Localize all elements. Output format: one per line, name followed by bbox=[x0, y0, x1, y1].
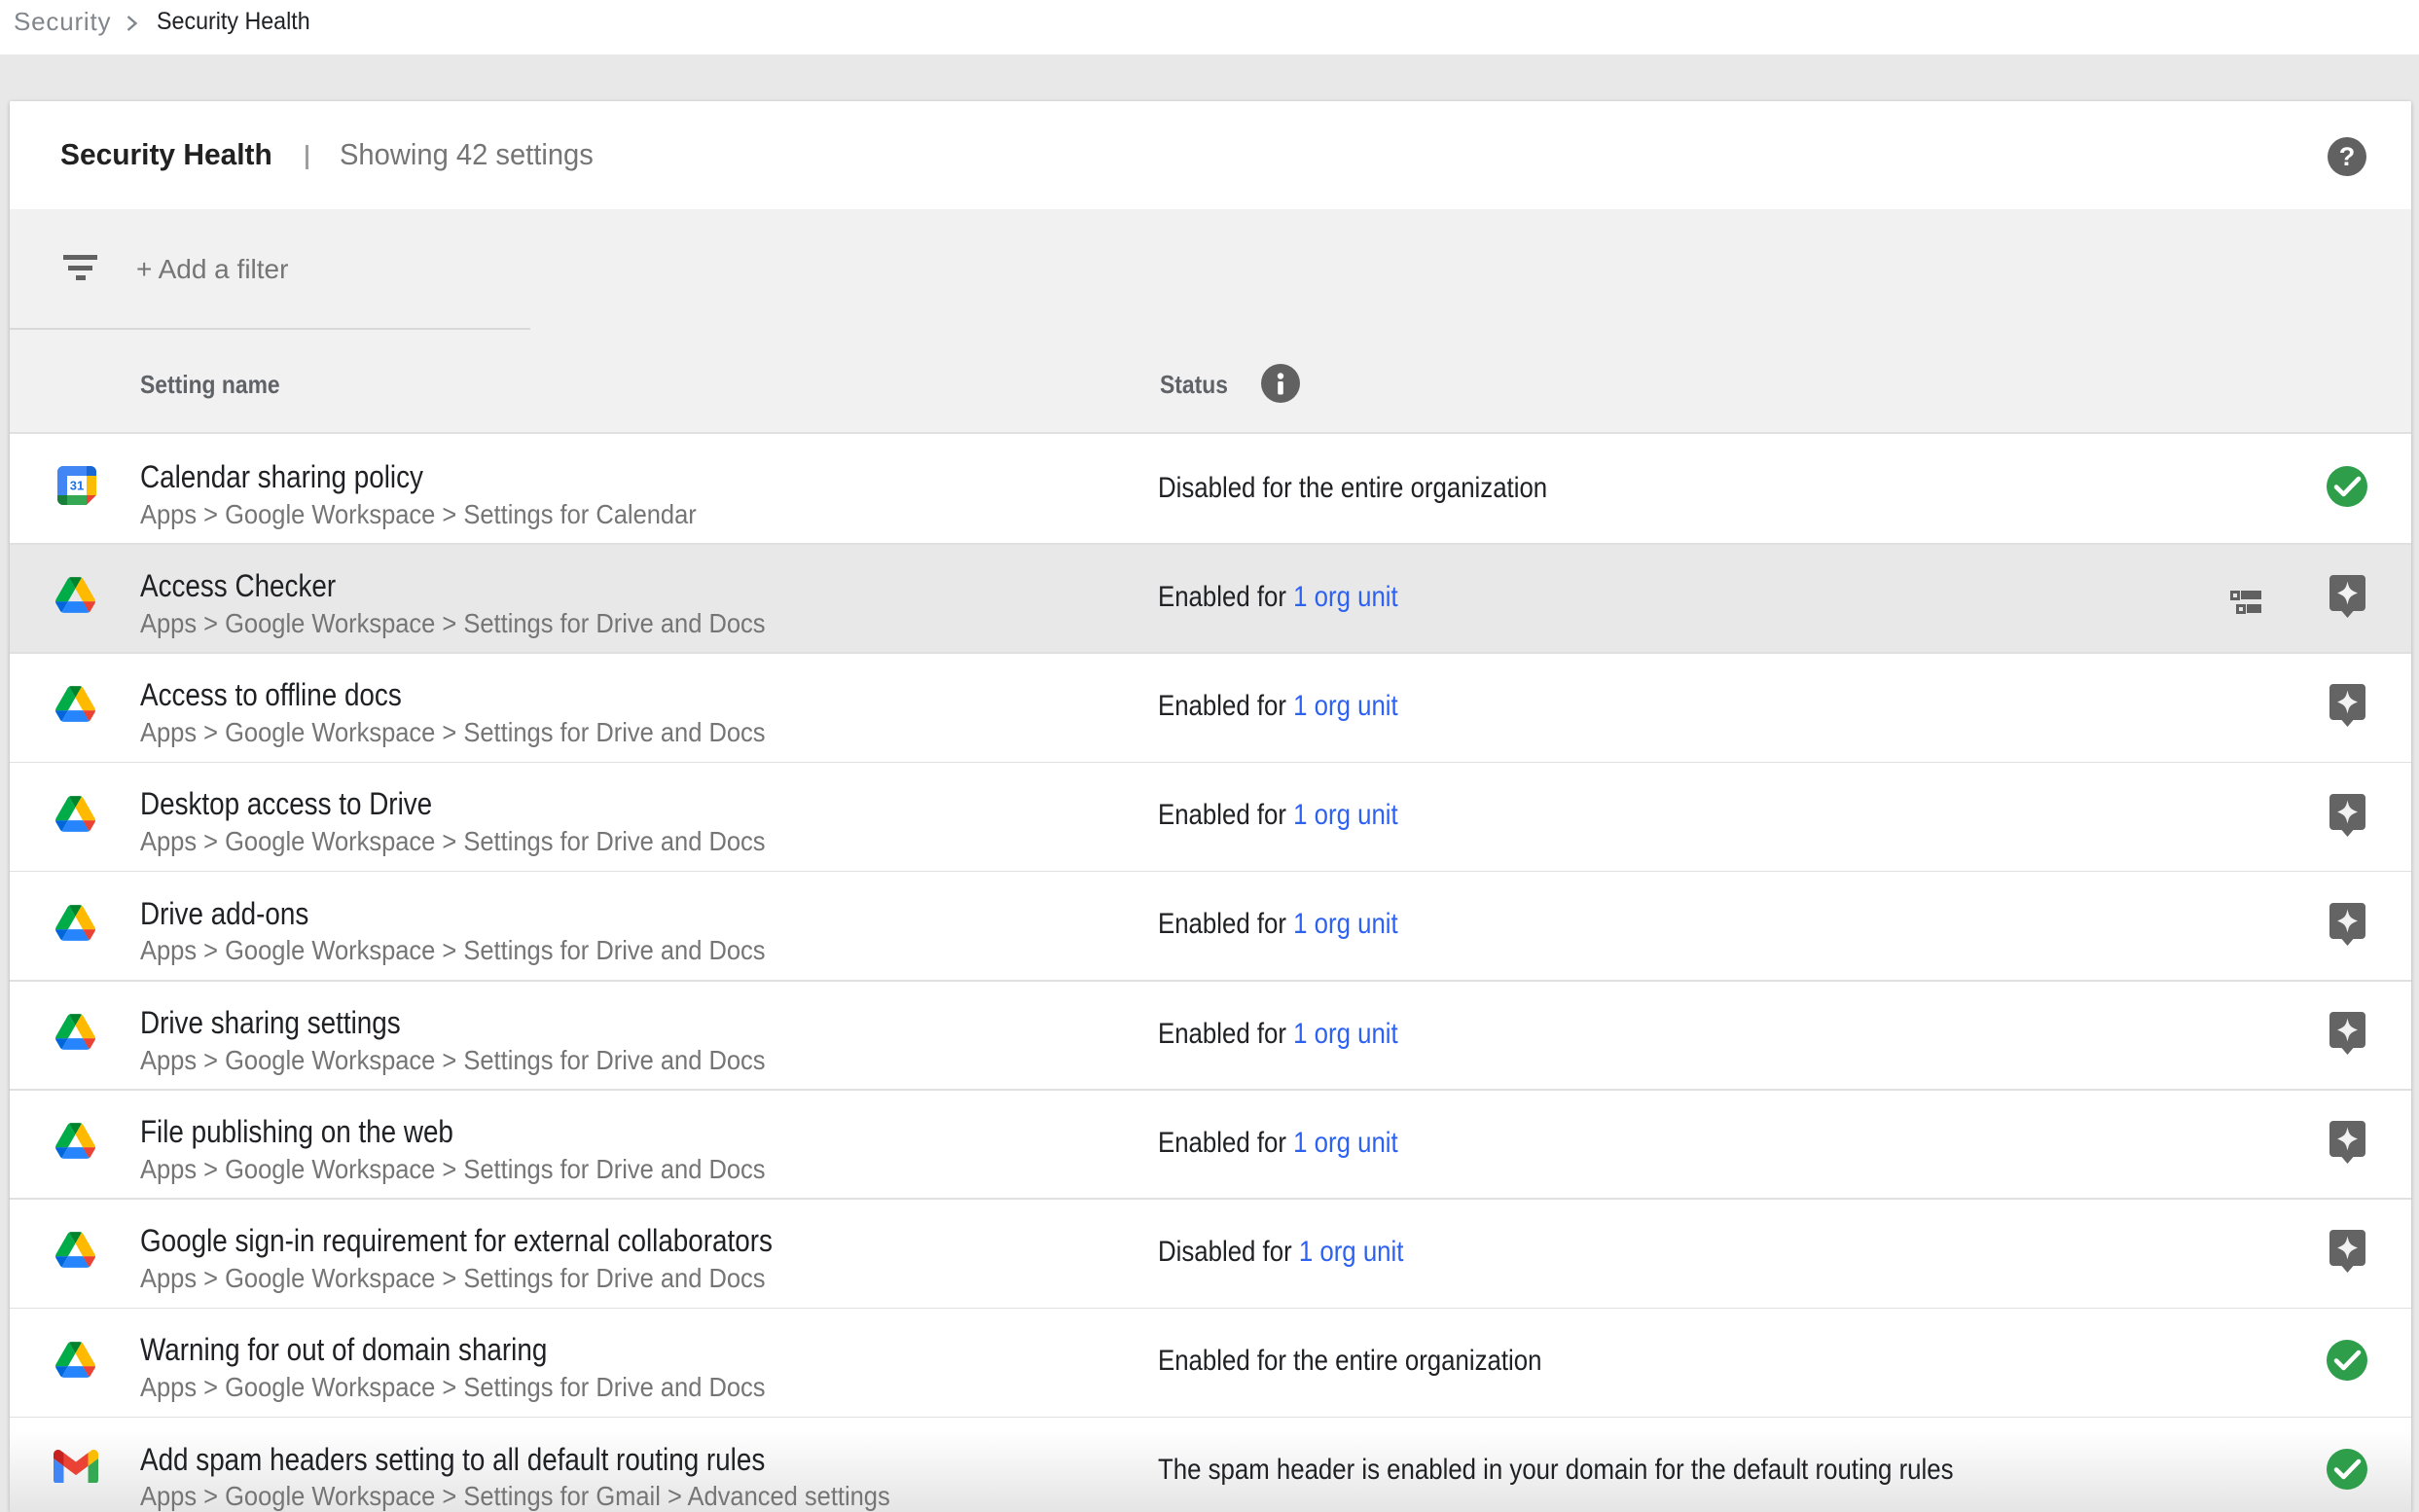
svg-text:?: ? bbox=[2339, 142, 2356, 171]
svg-text:31: 31 bbox=[70, 479, 84, 493]
